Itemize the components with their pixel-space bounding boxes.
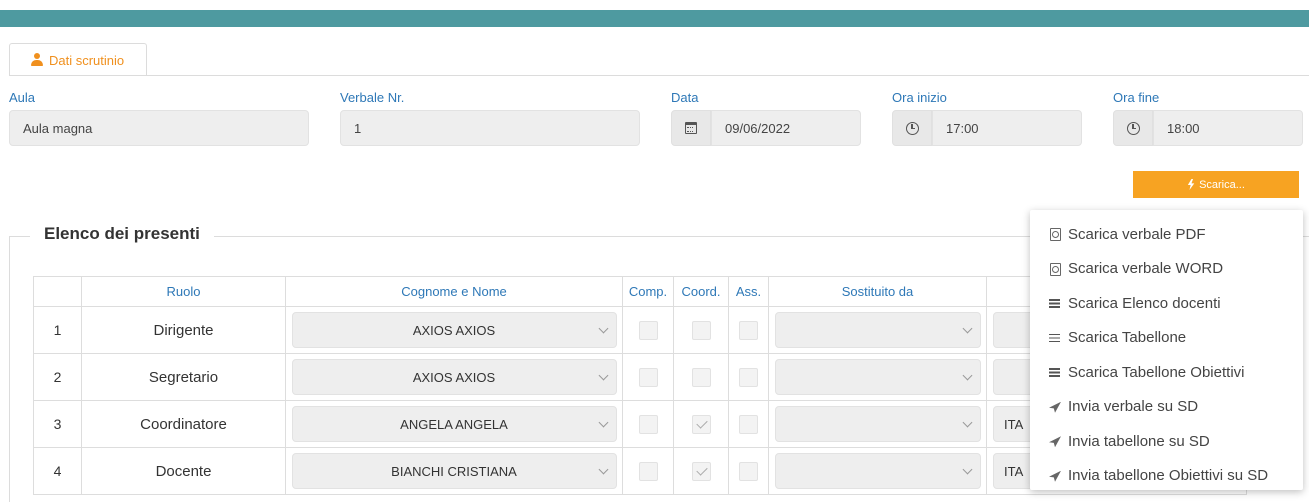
comp-checkbox[interactable]	[638, 414, 658, 434]
col-header-sostituito: Sostituito da	[768, 276, 987, 307]
send-icon	[1048, 434, 1062, 448]
coord-checkbox[interactable]	[691, 367, 711, 387]
col-header-ruolo: Ruolo	[81, 276, 286, 307]
sostituito-select[interactable]	[774, 359, 981, 395]
pdf-file-icon	[1048, 227, 1062, 242]
tab-dati-scrutinio[interactable]: Dati scrutinio	[9, 43, 147, 76]
chevron-down-icon	[962, 417, 972, 428]
aula-label: Aula	[9, 90, 36, 105]
verbale-label: Verbale Nr.	[340, 90, 405, 105]
clock-addon-start[interactable]	[892, 110, 932, 146]
menu-item-scarica-tabellone[interactable]: Scarica Tabellone	[1030, 321, 1303, 356]
col-header-nome: Cognome e Nome	[285, 276, 623, 307]
ass-checkbox[interactable]	[739, 367, 758, 387]
row-ruolo: Docente	[81, 447, 286, 495]
nome-value: AXIOS AXIOS	[412, 369, 496, 385]
sostituito-select[interactable]	[774, 312, 981, 348]
row-number: 2	[33, 353, 82, 401]
row-number: 1	[33, 306, 82, 354]
word-file-icon	[1048, 262, 1062, 276]
bolt-icon	[1187, 179, 1195, 190]
tab-divider	[9, 75, 1309, 76]
tab-label: Dati scrutinio	[49, 52, 125, 68]
nome-select[interactable]: BIANCHI CRISTIANA	[291, 453, 617, 489]
nome-select[interactable]: ANGELA ANGELA	[291, 406, 617, 442]
menu-item-scarica-tabellone-obiettivi[interactable]: Scarica Tabellone Obiettivi	[1030, 355, 1303, 390]
menu-item-label: Scarica Tabellone	[1068, 329, 1187, 347]
nome-select[interactable]: AXIOS AXIOS	[291, 359, 617, 395]
sostituito-select[interactable]	[774, 453, 981, 489]
data-field[interactable]: 09/06/2022	[711, 110, 861, 146]
menu-item-scarica-elenco-docenti[interactable]: Scarica Elenco docenti	[1030, 286, 1303, 321]
ass-checkbox[interactable]	[739, 414, 758, 434]
chevron-down-icon	[962, 370, 972, 381]
nome-select[interactable]: AXIOS AXIOS	[291, 312, 617, 348]
ora-fine-field[interactable]: 18:00	[1153, 110, 1303, 146]
aula-field[interactable]: Aula magna	[9, 110, 309, 146]
comp-checkbox[interactable]	[638, 320, 658, 340]
chevron-down-icon	[598, 370, 608, 381]
chevron-down-icon	[598, 464, 608, 475]
clock-icon	[1126, 121, 1140, 135]
col-header-num	[33, 276, 82, 307]
coord-checkbox-checked[interactable]	[691, 414, 711, 434]
ass-checkbox[interactable]	[739, 461, 758, 481]
calendar-icon	[685, 122, 697, 134]
data-label: Data	[671, 90, 699, 105]
row-number: 3	[33, 400, 82, 448]
chevron-down-icon	[962, 323, 972, 334]
row-ruolo: Segretario	[81, 353, 286, 401]
nome-value: ANGELA ANGELA	[400, 416, 508, 432]
menu-item-label: Invia verbale su SD	[1068, 398, 1199, 416]
col-header-ass: Ass.	[728, 276, 769, 307]
row-ruolo: Coordinatore	[81, 400, 286, 448]
calendar-addon[interactable]	[671, 110, 711, 146]
ora-fine-label: Ora fine	[1113, 90, 1160, 105]
coord-checkbox-checked[interactable]	[691, 461, 711, 481]
chevron-down-icon	[598, 417, 608, 428]
presenti-title: Elenco dei presenti	[30, 224, 214, 244]
list-icon	[1048, 365, 1062, 379]
comp-checkbox[interactable]	[638, 461, 658, 481]
nome-value: BIANCHI CRISTIANA	[391, 463, 517, 479]
menu-item-invia-tabellone-sd[interactable]: Invia tabellone su SD	[1030, 424, 1303, 459]
row-number: 4	[33, 447, 82, 495]
menu-item-scarica-verbale-word[interactable]: Scarica verbale WORD	[1030, 252, 1303, 287]
menu-item-invia-verbale-sd[interactable]: Invia verbale su SD	[1030, 390, 1303, 425]
menu-item-label: Invia tabellone Obiettivi su SD	[1068, 467, 1269, 485]
clock-icon	[905, 121, 919, 135]
ora-inizio-field[interactable]: 17:00	[932, 110, 1082, 146]
comp-checkbox[interactable]	[638, 367, 658, 387]
chevron-down-icon	[962, 464, 972, 475]
scarica-label: Scarica...	[1199, 178, 1245, 191]
coord-checkbox[interactable]	[691, 320, 711, 340]
chevron-down-icon	[598, 323, 608, 334]
list-icon	[1048, 296, 1062, 310]
clock-addon-end[interactable]	[1113, 110, 1153, 146]
ass-checkbox[interactable]	[739, 320, 758, 340]
list-icon	[1048, 331, 1062, 345]
menu-item-label: Scarica verbale WORD	[1068, 260, 1224, 278]
menu-item-scarica-verbale-pdf[interactable]: Scarica verbale PDF	[1030, 217, 1303, 252]
top-bar	[0, 10, 1309, 27]
row-ruolo: Dirigente	[81, 306, 286, 354]
sostituito-select[interactable]	[774, 406, 981, 442]
menu-item-label: Scarica Elenco docenti	[1068, 294, 1221, 312]
send-icon	[1048, 469, 1062, 483]
menu-item-label: Invia tabellone su SD	[1068, 432, 1210, 450]
menu-item-invia-tabellone-obiettivi-sd[interactable]: Invia tabellone Obiettivi su SD	[1030, 459, 1303, 494]
user-icon	[30, 53, 44, 67]
menu-item-label: Scarica Tabellone Obiettivi	[1068, 363, 1245, 381]
send-icon	[1048, 400, 1062, 414]
col-header-comp: Comp.	[622, 276, 674, 307]
verbale-field[interactable]: 1	[340, 110, 640, 146]
scarica-dropdown-menu: Scarica verbale PDF Scarica verbale WORD…	[1030, 210, 1303, 490]
ora-inizio-label: Ora inizio	[892, 90, 947, 105]
col-header-coord: Coord.	[673, 276, 729, 307]
nome-value: AXIOS AXIOS	[412, 322, 496, 338]
menu-item-label: Scarica verbale PDF	[1068, 225, 1206, 243]
scarica-button[interactable]: Scarica...	[1133, 171, 1299, 198]
